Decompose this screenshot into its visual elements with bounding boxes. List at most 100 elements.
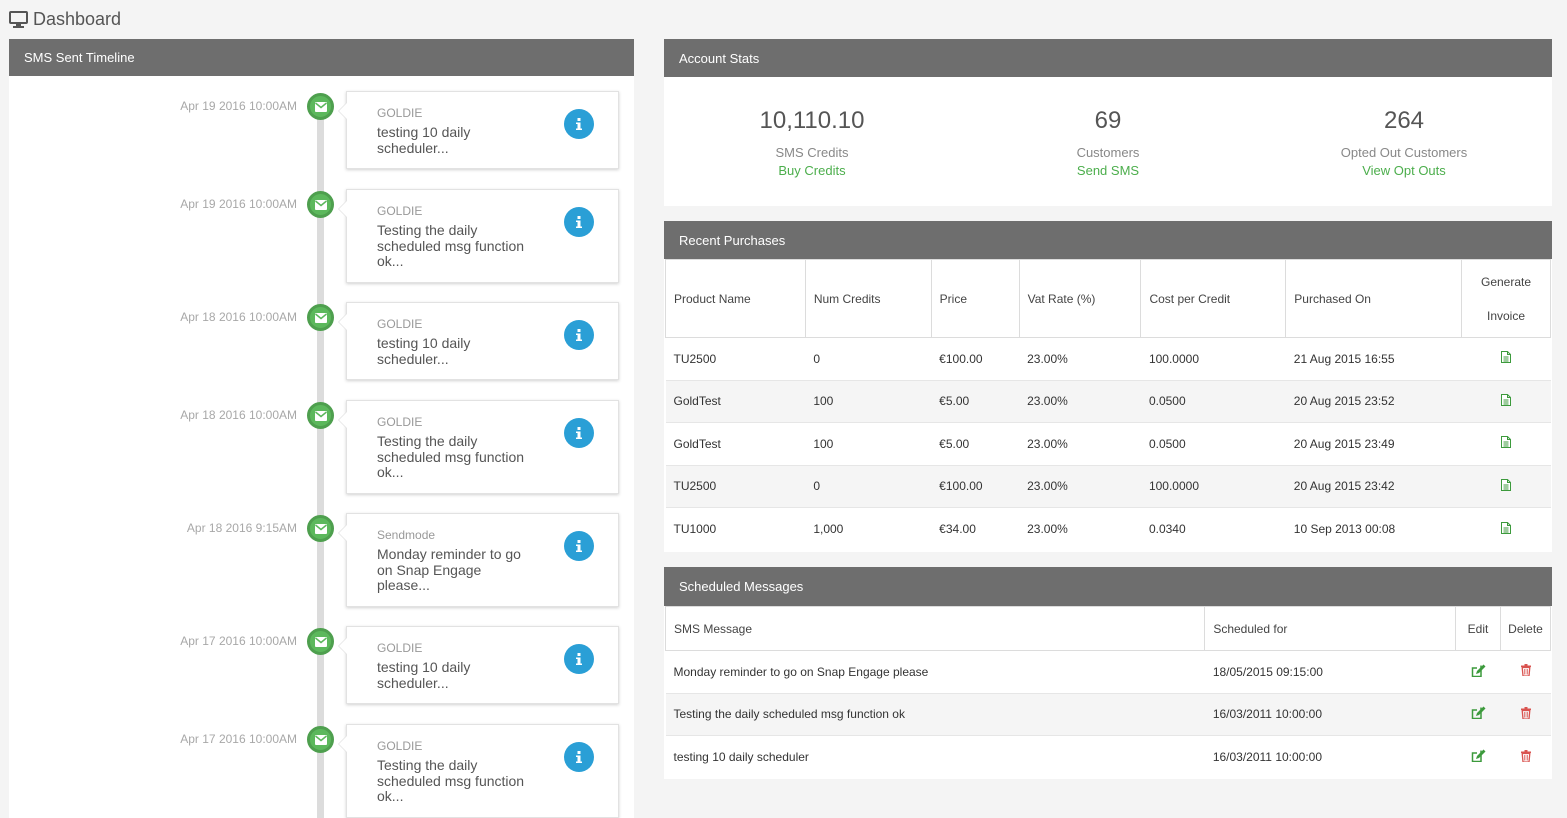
info-button[interactable] bbox=[564, 531, 594, 561]
table-row: testing 10 daily scheduler 16/03/2011 10:… bbox=[665, 735, 1551, 778]
file-icon bbox=[1501, 478, 1512, 491]
timeline-sender: GOLDIE bbox=[377, 317, 423, 331]
delete-button[interactable] bbox=[1520, 664, 1531, 679]
stat-opted-out: 264 Opted Out Customers View Opt Outs bbox=[1256, 107, 1552, 178]
timeline-message: Testing the daily scheduled msg function… bbox=[377, 757, 525, 804]
sms-timeline-panel: SMS Sent Timeline Apr 19 2016 10:00AM GOL… bbox=[9, 39, 634, 818]
account-stats-panel: Account Stats 10,110.10 SMS Credits Buy … bbox=[664, 39, 1552, 206]
file-icon bbox=[1501, 521, 1512, 534]
scheduled-header-row: SMS Message Scheduled for Edit Delete bbox=[664, 606, 1551, 651]
column-header-generate-invoice: Generate Invoice bbox=[1461, 259, 1551, 338]
generate-invoice-cell bbox=[1461, 507, 1551, 550]
timeline-sender: GOLDIE bbox=[377, 739, 423, 753]
stat-value: 264 bbox=[1383, 107, 1425, 134]
info-button[interactable] bbox=[564, 644, 594, 674]
trash-icon bbox=[1520, 706, 1531, 720]
stat-label: SMS Credits bbox=[775, 145, 849, 160]
table-cell: 23.00% bbox=[1019, 464, 1141, 508]
column-header: Cost per Credit bbox=[1140, 259, 1287, 338]
generate-invoice-cell bbox=[1461, 337, 1551, 380]
table-cell: GoldTest bbox=[665, 422, 806, 465]
timeline-card: GOLDIE testing 10 daily scheduler... bbox=[338, 626, 619, 704]
column-header-line: Generate bbox=[1481, 274, 1532, 289]
timeline-sender: GOLDIE bbox=[377, 415, 423, 429]
info-button[interactable] bbox=[564, 207, 594, 237]
info-button[interactable] bbox=[564, 418, 594, 448]
trash-icon bbox=[1520, 664, 1531, 677]
delete-button[interactable] bbox=[1520, 706, 1531, 722]
table-row: TU2500 0 €100.00 23.00% 100.0000 20 Aug 2015 … bbox=[665, 464, 1551, 508]
table-row: Testing the daily scheduled msg function… bbox=[665, 692, 1551, 736]
page-title-text: Dashboard bbox=[33, 8, 122, 29]
edit-button[interactable] bbox=[1471, 706, 1486, 722]
timeline-date: Apr 19 2016 10:00AM bbox=[180, 99, 297, 113]
table-cell: Testing the daily scheduled msg function… bbox=[665, 692, 1205, 736]
table-cell: TU2500 bbox=[665, 464, 806, 508]
scheduled-messages-header: Scheduled Messages bbox=[664, 567, 1552, 606]
table-cell: 20 Aug 2015 23:49 bbox=[1285, 422, 1462, 465]
stat-value: 69 bbox=[1094, 107, 1122, 134]
column-header: Edit bbox=[1455, 606, 1501, 651]
stat-label: Customers bbox=[1076, 145, 1140, 160]
column-header: Delete bbox=[1500, 606, 1551, 651]
view-opt-outs-link[interactable]: View Opt Outs bbox=[1256, 163, 1552, 178]
column-header: Num Credits bbox=[804, 259, 932, 338]
stat-value: 10,110.10 bbox=[759, 107, 865, 134]
table-cell: 10 Sep 2013 00:08 bbox=[1285, 507, 1462, 550]
send-sms-link[interactable]: Send SMS bbox=[960, 163, 1256, 178]
timeline-badge bbox=[307, 726, 334, 753]
table-row: TU2500 0 €100.00 23.00% 100.0000 21 Aug 2015 … bbox=[665, 337, 1551, 380]
timeline-message: testing 10 daily scheduler... bbox=[377, 124, 471, 156]
info-icon bbox=[576, 751, 582, 763]
table-cell: testing 10 daily scheduler bbox=[665, 735, 1205, 778]
column-header: SMS Message bbox=[664, 606, 1206, 651]
info-button[interactable] bbox=[564, 742, 594, 772]
generate-invoice-cell bbox=[1461, 464, 1551, 508]
timeline-card: GOLDIE Testing the daily scheduled msg fu… bbox=[338, 189, 619, 283]
generate-invoice-cell bbox=[1461, 379, 1551, 423]
table-cell: 0.0340 bbox=[1140, 507, 1286, 550]
table-cell: 0.0500 bbox=[1140, 422, 1286, 465]
edit-cell bbox=[1455, 650, 1501, 693]
timeline-date: Apr 17 2016 10:00AM bbox=[180, 634, 297, 648]
generate-invoice-button[interactable] bbox=[1501, 521, 1512, 537]
timeline-date: Apr 17 2016 10:00AM bbox=[180, 732, 297, 746]
table-cell: 23.00% bbox=[1019, 422, 1141, 465]
info-icon bbox=[576, 427, 582, 439]
generate-invoice-button[interactable] bbox=[1501, 436, 1512, 451]
edit-icon bbox=[1471, 664, 1486, 677]
table-cell: Monday reminder to go on Snap Engage ple… bbox=[665, 650, 1205, 693]
generate-invoice-button[interactable] bbox=[1501, 393, 1512, 409]
table-cell: TU2500 bbox=[665, 337, 806, 380]
info-button[interactable] bbox=[564, 109, 594, 139]
generate-invoice-button[interactable] bbox=[1501, 351, 1512, 366]
table-cell: €100.00 bbox=[931, 337, 1020, 380]
timeline-message: Testing the daily scheduled msg function… bbox=[377, 222, 525, 269]
scheduled-body: Monday reminder to go on Snap Engage ple… bbox=[665, 650, 1551, 778]
delete-button[interactable] bbox=[1520, 749, 1531, 765]
table-cell: 100 bbox=[805, 379, 932, 423]
file-icon bbox=[1501, 351, 1512, 364]
timeline-card: GOLDIE testing 10 daily scheduler... bbox=[338, 91, 619, 169]
column-header-line: Invoice bbox=[1487, 308, 1526, 323]
edit-cell bbox=[1455, 692, 1501, 736]
timeline-sender: GOLDIE bbox=[377, 641, 423, 655]
scheduled-messages-title: Scheduled Messages bbox=[679, 579, 804, 594]
table-cell: 100.0000 bbox=[1140, 464, 1286, 508]
timeline-card: GOLDIE Testing the daily scheduled msg fu… bbox=[338, 400, 619, 494]
generate-invoice-button[interactable] bbox=[1501, 478, 1512, 494]
timeline-card: Sendmode Monday reminder to go on Snap En… bbox=[338, 513, 619, 607]
stat-label: Opted Out Customers bbox=[1340, 145, 1468, 160]
timeline-message: Monday reminder to go on Snap Engage ple… bbox=[377, 546, 521, 593]
file-icon bbox=[1501, 436, 1512, 449]
trash-icon bbox=[1520, 749, 1531, 763]
info-icon bbox=[576, 653, 582, 665]
info-button[interactable] bbox=[564, 320, 594, 350]
edit-button[interactable] bbox=[1471, 749, 1486, 765]
table-cell: 0.0500 bbox=[1140, 379, 1286, 423]
purchases-header-row: Product Name Num Credits Price Vat Rate … bbox=[665, 259, 1551, 338]
buy-credits-link[interactable]: Buy Credits bbox=[664, 163, 960, 178]
column-header: Vat Rate (%) bbox=[1018, 259, 1142, 338]
column-header: Scheduled for bbox=[1204, 606, 1457, 651]
edit-button[interactable] bbox=[1471, 664, 1486, 680]
